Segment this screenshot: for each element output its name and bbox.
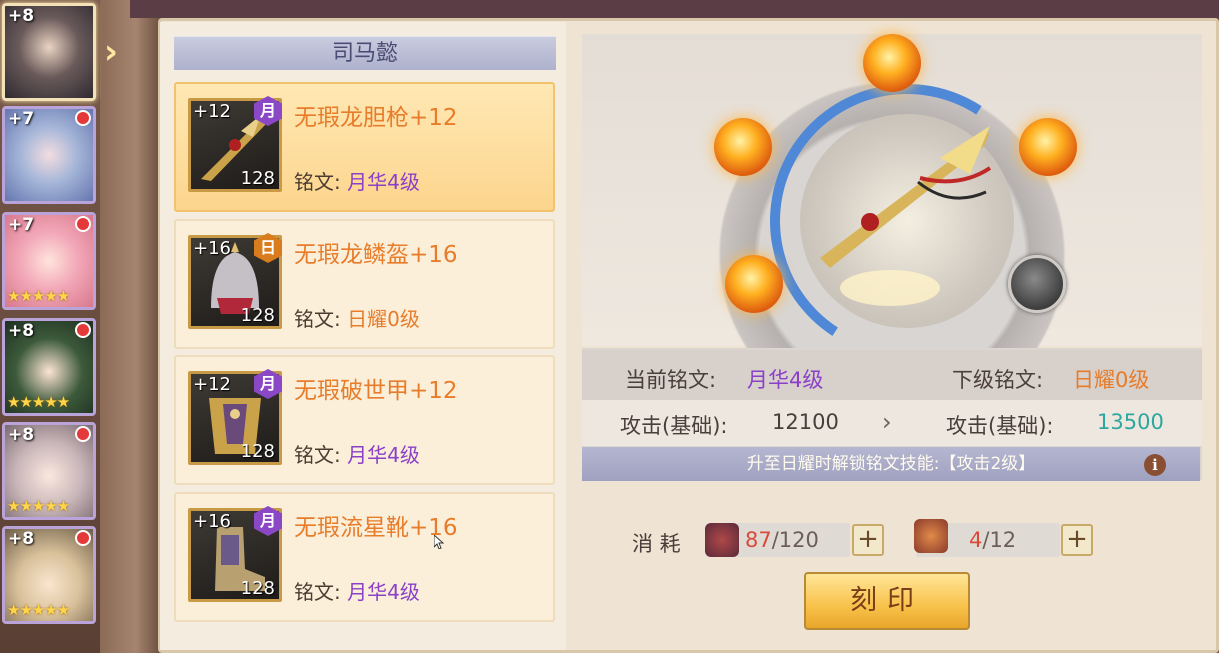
equipment-name: 无瑕破世甲+12 [294,378,458,404]
hero-level: +7 [8,215,35,235]
equipment-row[interactable]: +12 128 月 无瑕破世甲+12 铭文: 月华4级 [174,355,555,485]
arrow-right-icon: › [882,408,892,436]
equipment-row[interactable]: +16 128 月 无瑕流星靴+16 铭文: 月华4级 [174,492,555,622]
item-level: 128 [240,305,275,326]
current-rune-label: 当前铭文: [625,368,717,392]
notification-dot [75,110,91,126]
material-have: 4 [969,528,983,552]
equipment-rune: 铭文: 月华4级 [294,576,420,605]
notification-dot [75,216,91,232]
rune-label: 铭文: [294,443,341,467]
sun-rune-orb-icon[interactable] [863,34,921,92]
equipment-name: 无瑕龙胆枪+12 [294,105,458,131]
add-material-button[interactable]: + [1061,524,1093,556]
add-material-button[interactable]: + [852,524,884,556]
rune-value: 日耀0级 [347,307,420,331]
rune-crystal-icon [914,519,948,553]
attack-value-next: 13500 [1097,410,1164,434]
rune-label: 铭文: [294,580,341,604]
rune-value: 月华4级 [347,580,420,604]
hero-card[interactable]: +8 ★★★★★ [2,318,96,416]
material-count: 4/12 [969,528,1016,552]
hero-card[interactable]: +7 [2,106,96,204]
notification-dot [75,426,91,442]
material-need: /120 [771,528,819,552]
enhance-level: +16 [193,238,231,259]
material-have: 87 [745,528,772,552]
hero-card[interactable]: +8 ★★★★★ [2,422,96,520]
top-bar [130,0,1219,18]
mouse-cursor-icon [434,535,444,549]
spear-icon [820,126,992,306]
star-rating: ★★★★★ [7,393,70,411]
equipment-name: 无瑕流星靴+16 [294,515,458,541]
hero-level: +8 [8,425,35,445]
hero-list: +8 +7 +7 ★★★★★ +8 ★★★★★ +8 ★★★★★ +8 ★★★★… [0,0,100,653]
material-count: 87/120 [745,528,819,552]
info-icon[interactable]: i [1144,454,1166,476]
item-level: 128 [240,441,275,462]
equipment-rune: 铭文: 月华4级 [294,166,420,195]
hero-card[interactable]: +7 ★★★★★ [2,212,96,310]
hero-card[interactable]: +8 ★★★★★ [2,526,96,624]
equipment-rune: 铭文: 日耀0级 [294,303,420,332]
item-level: 128 [240,168,275,189]
room-background [100,0,160,653]
rune-label: 铭文: [294,170,341,194]
star-rating: ★★★★★ [7,497,70,515]
hero-level: +7 [8,109,35,129]
engrave-button[interactable]: 刻印 [804,572,970,630]
rune-value: 月华4级 [347,443,420,467]
notification-dot [75,530,91,546]
attack-label-current: 攻击(基础): [620,414,728,438]
rune-value: 月华4级 [347,170,420,194]
hero-card[interactable]: +8 [2,3,96,101]
rune-stone-icon [705,523,739,557]
sun-rune-orb-icon[interactable] [725,255,783,313]
hero-name: 司马懿 [174,36,556,70]
enhance-level: +12 [193,374,231,395]
equipment-row[interactable]: +12 128 月 无瑕龙胆枪+12 铭文: 月华4级 [174,82,555,212]
hero-level: +8 [8,6,35,26]
locked-rune-orb-icon[interactable] [1008,255,1066,313]
attack-label-next: 攻击(基础): [946,414,1054,438]
hero-level: +8 [8,529,35,549]
enhance-level: +16 [193,511,231,532]
current-rune-value: 月华4级 [747,368,824,392]
sun-rune-orb-icon[interactable] [714,118,772,176]
star-rating: ★★★★★ [7,287,70,305]
hero-level: +8 [8,321,35,341]
rune-label: 铭文: [294,307,341,331]
next-rune-label: 下级铭文: [952,368,1044,392]
material-need: /12 [982,528,1017,552]
skill-unlock-hint: 升至日耀时解锁铭文技能:【攻击2级】 [582,447,1200,481]
attack-value-current: 12100 [772,410,839,434]
notification-dot [75,322,91,338]
chevron-right-icon[interactable]: › [104,32,132,72]
sun-rune-orb-icon[interactable] [1019,118,1077,176]
enhance-level: +12 [193,101,231,122]
star-rating: ★★★★★ [7,601,70,619]
equipment-name: 无瑕龙鳞盔+16 [294,242,458,268]
next-rune-value: 日耀0级 [1073,368,1150,392]
cost-label: 消 耗 [632,532,681,556]
equipment-rune: 铭文: 月华4级 [294,439,420,468]
equipment-row[interactable]: +16 128 日 无瑕龙鳞盔+16 铭文: 日耀0级 [174,219,555,349]
item-level: 128 [240,578,275,599]
